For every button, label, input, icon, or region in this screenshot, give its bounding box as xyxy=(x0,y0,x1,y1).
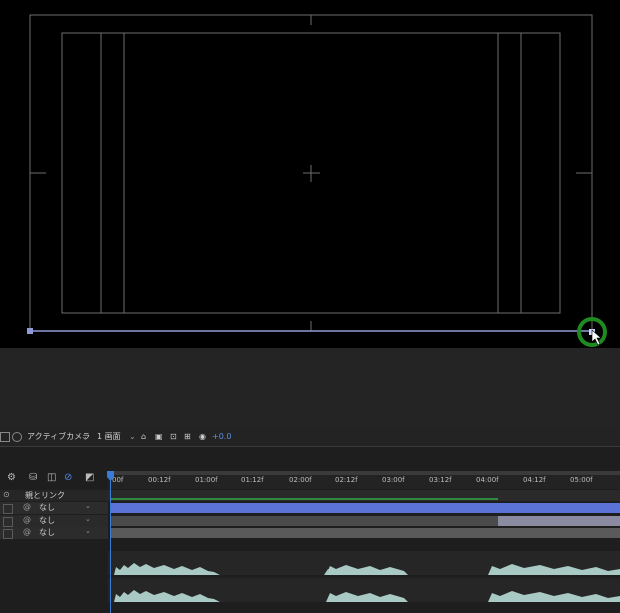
ruler-label: 04:12f xyxy=(523,476,546,484)
timeline-header-strip xyxy=(0,447,620,469)
panel-gap xyxy=(0,348,620,428)
work-area-bar[interactable] xyxy=(108,471,620,475)
ruler-label: 04:00f xyxy=(476,476,499,484)
layer-handle-left[interactable] xyxy=(27,328,33,334)
parent-select[interactable]: なし xyxy=(39,515,55,526)
layer-bar[interactable] xyxy=(110,528,620,538)
visibility-checkbox[interactable] xyxy=(3,517,13,527)
layer-bar[interactable] xyxy=(110,516,498,526)
ruler-label: 00:12f xyxy=(148,476,171,484)
chevron-down-icon[interactable]: ⌄ xyxy=(81,431,88,443)
chevron-down-icon[interactable]: ⌄ xyxy=(85,527,91,535)
shy-toggle-icon[interactable]: ⚙ xyxy=(7,472,16,483)
channel-icon[interactable] xyxy=(0,432,10,442)
chevron-down-icon[interactable]: ⌄ xyxy=(85,515,91,523)
composition-viewer[interactable] xyxy=(0,0,620,348)
frame-blend-icon[interactable]: ⛁ xyxy=(29,472,37,483)
chevron-down-icon[interactable]: ⌄ xyxy=(129,431,136,443)
fast-preview-icon[interactable]: ⌂ xyxy=(141,431,146,443)
timeline-panel: ⚙ ⛁ ◫ ⊘ ◩ 00f 00:12f 01:00f 01:12f 02:00… xyxy=(0,447,620,613)
link-icon[interactable]: ⊘ xyxy=(64,472,72,483)
ruler-label: 02:00f xyxy=(289,476,312,484)
layer-bar[interactable] xyxy=(110,503,620,513)
region-of-interest-icon[interactable]: ⊡ xyxy=(170,431,177,443)
parent-icon: ⊙ xyxy=(3,490,10,499)
playhead-line[interactable] xyxy=(110,471,111,613)
work-area-range[interactable] xyxy=(110,498,498,500)
exposure-value[interactable]: +0.0 xyxy=(212,431,231,443)
pickwhip-icon[interactable]: @ xyxy=(23,527,31,536)
viewer-toolbar: アクティブカメラ ⌄ 1 画面 ⌄ ⌂ ▣ ⊡ ⊞ ◉ +0.0 xyxy=(0,428,620,447)
parent-select[interactable]: なし xyxy=(39,502,55,513)
ruler-label: 02:12f xyxy=(335,476,358,484)
ruler-label: 03:00f xyxy=(382,476,405,484)
safe-area-guides xyxy=(27,14,607,347)
pickwhip-icon[interactable]: @ xyxy=(23,502,31,511)
graph-editor-icon[interactable]: ◩ xyxy=(85,472,94,483)
ruler-label: 01:12f xyxy=(241,476,264,484)
chevron-down-icon[interactable]: ⌄ xyxy=(85,502,91,510)
flowchart-icon[interactable]: ⊞ xyxy=(184,431,191,443)
layer-bar-selected[interactable] xyxy=(498,516,620,526)
pickwhip-icon[interactable]: @ xyxy=(23,515,31,524)
visibility-checkbox[interactable] xyxy=(3,529,13,539)
snapshot-icon[interactable] xyxy=(12,432,22,442)
parent-select[interactable]: なし xyxy=(39,527,55,538)
transparency-grid-icon[interactable]: ▣ xyxy=(155,431,163,443)
ruler-label: 03:12f xyxy=(429,476,452,484)
view-count-menu[interactable]: 1 画面 xyxy=(97,431,121,443)
ruler-label: 01:00f xyxy=(195,476,218,484)
motion-blur-icon[interactable]: ◫ xyxy=(47,472,56,483)
audio-waveform xyxy=(114,563,620,602)
ruler-label: 05:00f xyxy=(570,476,593,484)
parent-link-header[interactable]: 親とリンク xyxy=(25,490,65,501)
visibility-checkbox[interactable] xyxy=(3,504,13,514)
reset-exposure-icon[interactable]: ◉ xyxy=(199,431,206,443)
